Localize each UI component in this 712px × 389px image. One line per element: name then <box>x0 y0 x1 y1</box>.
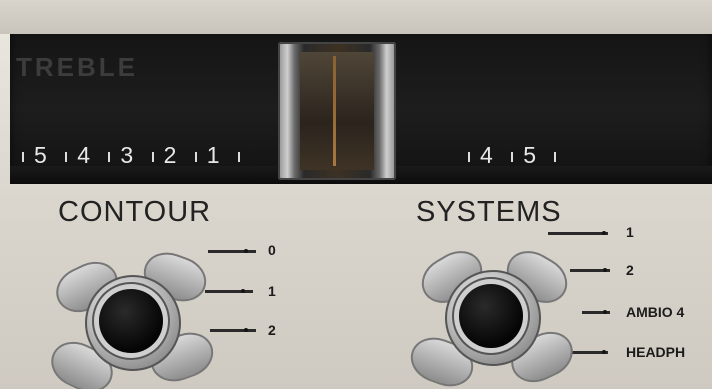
contour-position-0: 0 <box>268 242 276 258</box>
contour-tick-2 <box>210 329 256 332</box>
dial-pointer-window[interactable] <box>278 42 396 180</box>
pointer-needle <box>333 56 336 166</box>
knob-cap <box>459 284 523 348</box>
right-scale: 4 5 <box>458 142 566 169</box>
systems-dot-headph <box>602 350 606 354</box>
scale-mark: 1 <box>206 142 221 168</box>
scale-mark: 5 <box>34 142 48 168</box>
contour-dot-1 <box>241 289 245 293</box>
treble-label: TREBLE <box>16 52 138 82</box>
systems-tick-1 <box>548 232 608 235</box>
contour-knob[interactable] <box>43 245 220 389</box>
scale-mark: 5 <box>523 142 537 168</box>
systems-dot-2 <box>603 268 607 272</box>
systems-position-ambio4: AMBIO 4 <box>626 304 685 320</box>
contour-label: CONTOUR <box>58 196 212 228</box>
left-scale: 5 4 3 2 1 <box>12 142 250 169</box>
pointer-glass <box>300 52 374 170</box>
systems-knob[interactable] <box>404 240 581 389</box>
contour-tick-0 <box>208 250 256 253</box>
systems-dot-1 <box>602 231 606 235</box>
contour-position-2: 2 <box>268 322 276 338</box>
audio-control-panel: TREBLE 5 4 3 2 1 4 5 CONTOUR 0 1 2 SYSTE… <box>0 0 712 389</box>
contour-tick-1 <box>205 290 253 293</box>
scale-mark: 4 <box>480 142 494 168</box>
systems-label: SYSTEMS <box>416 196 562 228</box>
contour-position-1: 1 <box>268 283 276 299</box>
scale-mark: 4 <box>77 142 91 168</box>
scale-mark: 3 <box>120 142 135 168</box>
systems-dot-ambio <box>603 310 607 314</box>
scale-mark: 2 <box>163 142 178 168</box>
systems-position-2: 2 <box>626 262 634 278</box>
contour-dot-0 <box>244 249 248 253</box>
knob-cap <box>99 289 163 353</box>
top-trim <box>0 0 712 34</box>
contour-dot-2 <box>244 328 248 332</box>
systems-position-1: 1 <box>626 224 634 240</box>
systems-position-headph: HEADPH <box>626 344 686 360</box>
